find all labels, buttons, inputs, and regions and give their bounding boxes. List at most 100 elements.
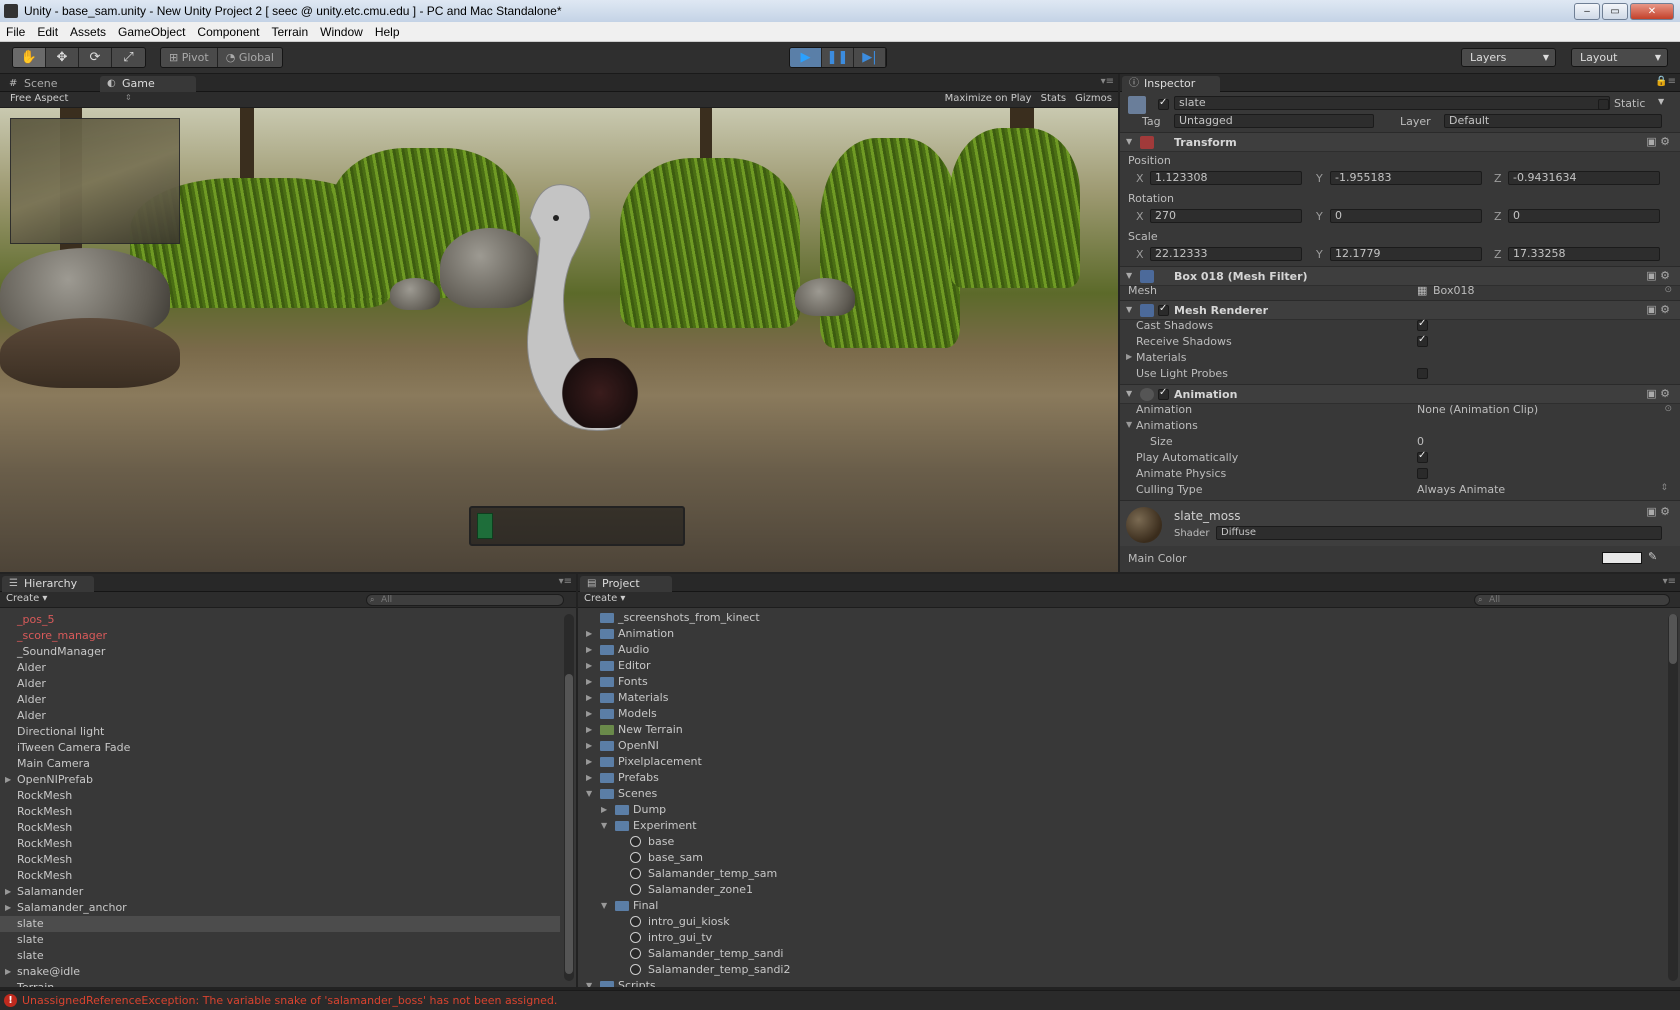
foldout-closed-icon[interactable]: ▶ — [1126, 352, 1132, 361]
foldout-closed-icon[interactable]: ▶ — [586, 674, 592, 690]
tab-project[interactable]: ▤ Project — [580, 576, 672, 592]
animation-header[interactable]: ▼ Animation ▣ ⚙ — [1120, 384, 1680, 404]
menu-edit[interactable]: Edit — [31, 22, 64, 42]
project-item[interactable]: _screenshots_from_kinect — [578, 610, 1664, 626]
use-light-probes-checkbox[interactable] — [1417, 368, 1428, 379]
hierarchy-item[interactable]: ▶ Salamander_anchor — [0, 900, 560, 916]
hand-tool-icon[interactable]: ✋ — [13, 48, 46, 67]
menu-assets[interactable]: Assets — [64, 22, 112, 42]
gizmos-dropdown[interactable]: Gizmos — [1075, 93, 1112, 104]
project-item[interactable]: base — [578, 834, 1664, 850]
foldout-closed-icon[interactable]: ▶ — [586, 642, 592, 658]
panel-menu-icon[interactable]: ▾≡ — [559, 576, 572, 587]
foldout-closed-icon[interactable]: ▶ — [586, 626, 592, 642]
mesh-value[interactable]: Box018 — [1433, 284, 1474, 297]
play-automatically-checkbox[interactable] — [1417, 450, 1428, 463]
position-y-field[interactable]: -1.955183 — [1330, 171, 1482, 185]
project-item[interactable]: ▶ Audio — [578, 642, 1664, 658]
tab-scene[interactable]: # Scene — [2, 76, 92, 92]
global-button[interactable]: ◔ Global — [218, 48, 282, 67]
menu-gameobject[interactable]: GameObject — [112, 22, 191, 42]
create-dropdown[interactable]: Create ▾ — [584, 593, 625, 604]
project-item[interactable]: ▶ Materials — [578, 690, 1664, 706]
project-item[interactable]: ▶ Editor — [578, 658, 1664, 674]
pivot-button[interactable]: ⊞ Pivot — [161, 48, 218, 67]
hierarchy-item[interactable]: iTween Camera Fade — [0, 740, 560, 756]
animation-enabled-checkbox[interactable] — [1158, 387, 1169, 400]
receive-shadows-checkbox[interactable] — [1417, 334, 1428, 347]
panel-menu-icon[interactable]: ▾≡ — [1101, 76, 1114, 87]
menu-window[interactable]: Window — [314, 22, 369, 42]
foldout-closed-icon[interactable]: ▶ — [586, 754, 592, 770]
move-tool-icon[interactable]: ✥ — [46, 48, 79, 67]
shader-dropdown[interactable]: Diffuse — [1216, 526, 1662, 540]
material-header[interactable]: slate_moss Shader Diffuse ▣ ⚙ — [1120, 500, 1680, 546]
hierarchy-item[interactable]: RockMesh — [0, 836, 560, 852]
eyedropper-icon[interactable]: ✎ — [1648, 550, 1657, 563]
maximize-button[interactable]: ▭ — [1602, 2, 1628, 20]
object-picker-icon[interactable]: ⊙ — [1664, 404, 1672, 414]
hierarchy-item[interactable]: RockMesh — [0, 820, 560, 836]
hierarchy-item[interactable]: RockMesh — [0, 852, 560, 868]
scale-x-field[interactable]: 22.12333 — [1150, 247, 1302, 261]
foldout-closed-icon[interactable]: ▶ — [586, 770, 592, 786]
mesh-renderer-header[interactable]: ▼ Mesh Renderer ▣ ⚙ — [1120, 300, 1680, 320]
active-checkbox[interactable] — [1158, 97, 1169, 110]
animation-clip-value[interactable]: None (Animation Clip) — [1417, 403, 1538, 416]
tab-inspector[interactable]: ⓘ Inspector — [1122, 76, 1220, 92]
position-x-field[interactable]: 1.123308 — [1150, 171, 1302, 185]
hierarchy-item[interactable]: _SoundManager — [0, 644, 560, 660]
hierarchy-item[interactable]: RockMesh — [0, 804, 560, 820]
foldout-closed-icon[interactable]: ▶ — [586, 722, 592, 738]
foldout-closed-icon[interactable]: ▶ — [5, 964, 11, 980]
hierarchy-scrollbar[interactable] — [564, 614, 574, 981]
rotation-z-field[interactable]: 0 — [1508, 209, 1660, 223]
culling-type-dropdown[interactable]: Always Animate — [1417, 483, 1505, 496]
panel-menu-icon[interactable]: ▾≡ — [1663, 576, 1676, 587]
hierarchy-item[interactable]: slate — [0, 916, 560, 932]
project-item[interactable]: intro_gui_tv — [578, 930, 1664, 946]
foldout-open-icon[interactable]: ▼ — [1126, 420, 1132, 429]
layout-dropdown[interactable]: Layout ▼ — [1571, 48, 1668, 67]
project-item[interactable]: Salamander_temp_sam — [578, 866, 1664, 882]
static-checkbox[interactable] — [1598, 99, 1609, 110]
scale-tool-icon[interactable]: ⤢ — [112, 48, 145, 67]
project-item[interactable]: ▶ Dump — [578, 802, 1664, 818]
project-item[interactable]: ▶ Models — [578, 706, 1664, 722]
tag-dropdown[interactable]: Untagged — [1174, 114, 1374, 128]
animate-physics-checkbox[interactable] — [1417, 468, 1428, 479]
hierarchy-item[interactable]: Directional light — [0, 724, 560, 740]
rotate-tool-icon[interactable]: ⟳ — [79, 48, 112, 67]
project-item[interactable]: ▶ Pixelplacement — [578, 754, 1664, 770]
create-dropdown[interactable]: Create ▾ — [6, 593, 47, 604]
object-name-field[interactable]: slate — [1174, 96, 1610, 110]
gear-icon[interactable]: ▣ ⚙ — [1646, 303, 1670, 316]
layer-dropdown[interactable]: Default — [1444, 114, 1662, 128]
aspect-dropdown[interactable]: Free Aspect — [10, 93, 68, 104]
foldout-closed-icon[interactable]: ▶ — [586, 738, 592, 754]
foldout-open-icon[interactable]: ▼ — [601, 898, 607, 914]
rotation-x-field[interactable]: 270 — [1150, 209, 1302, 223]
hierarchy-item[interactable]: ▶ Salamander — [0, 884, 560, 900]
gear-icon[interactable]: ▣ ⚙ — [1646, 135, 1670, 148]
status-message[interactable]: UnassignedReferenceException: The variab… — [22, 994, 557, 1007]
project-item[interactable]: ▶ Prefabs — [578, 770, 1664, 786]
project-search-input[interactable]: ⌕ All — [1474, 594, 1670, 606]
hierarchy-item[interactable]: Main Camera — [0, 756, 560, 772]
animations-label[interactable]: Animations — [1136, 419, 1198, 432]
scale-y-field[interactable]: 12.1779 — [1330, 247, 1482, 261]
transform-header[interactable]: ▼ Transform ▣ ⚙ — [1120, 132, 1680, 152]
play-icon[interactable]: ▶ — [790, 48, 822, 67]
menu-file[interactable]: File — [0, 22, 31, 42]
project-item[interactable]: ▶ Fonts — [578, 674, 1664, 690]
gear-icon[interactable]: ▣ ⚙ — [1646, 269, 1670, 282]
project-item[interactable]: ▶ New Terrain — [578, 722, 1664, 738]
mesh-renderer-enabled-checkbox[interactable] — [1158, 303, 1169, 316]
lock-icon[interactable]: 🔒≡ — [1655, 76, 1676, 87]
foldout-closed-icon[interactable]: ▶ — [586, 658, 592, 674]
pause-icon[interactable]: ❚❚ — [822, 48, 854, 67]
hierarchy-search-input[interactable]: ⌕ All — [366, 594, 564, 606]
tab-hierarchy[interactable]: ☰ Hierarchy — [2, 576, 94, 592]
foldout-closed-icon[interactable]: ▶ — [5, 900, 11, 916]
project-item[interactable]: ▼ Scripts — [578, 978, 1664, 987]
